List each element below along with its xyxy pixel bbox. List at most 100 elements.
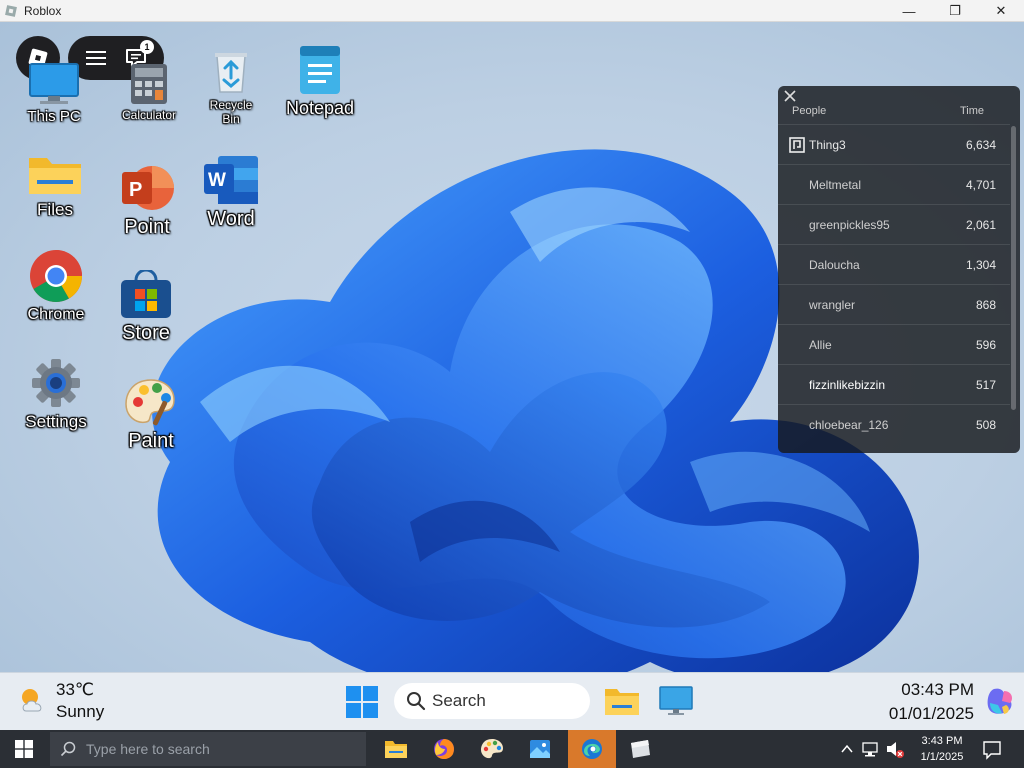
desktop-icon-settings[interactable]: Settings — [20, 356, 92, 432]
game-viewport[interactable]: 1 This PC Calculator Recycle Bin Notepad… — [0, 22, 1024, 672]
taskbar-app-firefox[interactable] — [420, 730, 468, 768]
notification-center-icon[interactable] — [980, 730, 1004, 768]
chevron-up-icon[interactable] — [838, 730, 856, 768]
player-time: 508 — [975, 418, 996, 432]
leaderboard-col-people: People — [792, 105, 827, 117]
word-icon: W — [204, 156, 258, 204]
firefox-icon — [434, 739, 454, 760]
player-name: Allie — [809, 338, 832, 352]
desktop-icon-point[interactable]: P Point — [114, 162, 180, 239]
desktop-icon-this-pc[interactable]: This PC — [22, 62, 86, 125]
minimize-button[interactable]: — — [886, 0, 932, 22]
host-start-button[interactable] — [0, 730, 48, 768]
roblox-app-icon — [631, 740, 650, 758]
store-icon — [121, 270, 171, 318]
inner-taskbar: 33℃ Sunny Search 03:43 PM 01/01/2025 — [0, 672, 1024, 730]
desktop-icon-label: Notepad — [285, 98, 355, 118]
weather-description: Sunny — [56, 702, 105, 721]
monitor-icon — [29, 63, 79, 104]
player-name: Meltmetal — [809, 178, 862, 192]
desktop-icon-store[interactable]: Store — [112, 270, 180, 345]
windows-logo-icon — [15, 740, 33, 758]
leaderboard-row[interactable]: chloebear_126 508 — [778, 404, 1010, 444]
folder-icon — [29, 158, 81, 194]
desktop-icon-calculator[interactable]: Calculator — [116, 62, 182, 122]
host-search-box[interactable]: Type here to search — [50, 732, 366, 766]
leaderboard-row[interactable]: Allie 596 — [778, 324, 1010, 364]
desktop-icon-word[interactable]: W Word — [198, 154, 264, 231]
roblox-app-icon — [5, 4, 17, 17]
file-explorer-icon[interactable] — [604, 685, 640, 717]
leaderboard-scrollbar[interactable] — [1011, 126, 1016, 410]
player-name: fizzinlikebizzin — [809, 378, 886, 392]
leaderboard-row[interactable]: greenpickles95 2,061 — [778, 204, 1010, 244]
leaderboard-row[interactable]: fizzinlikebizzin 517 — [778, 364, 1010, 404]
sun-cloud-icon[interactable] — [18, 685, 48, 715]
player-time: 2,061 — [965, 218, 996, 232]
chat-notification-badge: 1 — [140, 40, 154, 54]
maximize-button[interactable]: ❐ — [932, 0, 978, 22]
desktop-icon-chrome[interactable]: Chrome — [20, 248, 92, 324]
gear-icon — [32, 359, 80, 407]
close-button[interactable]: ✕ — [978, 0, 1024, 22]
taskbar-app-roblox[interactable] — [616, 730, 664, 768]
hamburger-menu-icon[interactable] — [85, 48, 107, 68]
volume-muted-icon[interactable] — [884, 730, 906, 768]
monitor-icon[interactable] — [658, 685, 694, 717]
window-titlebar: Roblox — ❐ ✕ — [0, 0, 1024, 22]
leaderboard-panel: People Time Thing3 6,634 Meltmetal 4,701… — [778, 86, 1020, 453]
window-title: Roblox — [24, 3, 62, 18]
desktop-icon-label: Word — [207, 208, 255, 230]
search-icon — [407, 692, 426, 711]
search-label: Search — [432, 691, 486, 710]
player-name: greenpickles95 — [809, 218, 890, 232]
desktop-icon-label: Calculator — [121, 108, 177, 122]
desktop-icon-files[interactable]: Files — [22, 152, 88, 220]
powerpoint-icon: P — [122, 166, 174, 210]
photos-icon — [530, 740, 550, 758]
player-name: Thing3 — [809, 138, 846, 152]
player-time: 6,634 — [965, 138, 996, 152]
paint-palette-icon — [125, 379, 175, 426]
leaderboard-row[interactable]: wrangler 868 — [778, 284, 1010, 324]
leaderboard-row[interactable]: Meltmetal 4,701 — [778, 164, 1010, 204]
windows-start-icon[interactable] — [344, 684, 380, 720]
leaderboard-rows: Thing3 6,634 Meltmetal 4,701 greenpickle… — [778, 124, 1010, 444]
recycle-bin-icon — [215, 53, 247, 93]
taskbar-time: 03:43 PM — [901, 680, 974, 699]
desktop-icon-label: Paint — [128, 430, 174, 452]
leaderboard-header: People Time — [778, 102, 1020, 124]
desktop-icon-label: Settings — [25, 412, 87, 431]
notepad-icon — [300, 46, 340, 94]
taskbar-date: 01/01/2025 — [888, 704, 974, 723]
taskbar-app-edge[interactable] — [568, 730, 616, 768]
desktop-icon-recycle-bin[interactable]: Recycle Bin — [200, 48, 262, 126]
player-name: wrangler — [809, 298, 856, 312]
taskbar-app-photos[interactable] — [516, 730, 564, 768]
desktop-icon-notepad[interactable]: Notepad — [280, 44, 360, 119]
weather-temperature: 33℃ — [56, 680, 95, 699]
desktop-icon-label: Point — [124, 216, 170, 238]
paint-palette-icon — [481, 739, 503, 759]
taskbar-app-file-explorer[interactable] — [372, 730, 420, 768]
premium-icon — [789, 137, 805, 153]
network-icon[interactable] — [860, 730, 882, 768]
taskbar-app-paint[interactable] — [468, 730, 516, 768]
leaderboard-row[interactable]: Daloucha 1,304 — [778, 244, 1010, 284]
desktop-icon-label: Chrome — [27, 306, 85, 323]
svg-text:W: W — [208, 170, 226, 191]
player-time: 4,701 — [965, 178, 996, 192]
desktop-icon-label: Recycle Bin — [209, 98, 253, 126]
host-clock[interactable]: 3:43 PM 1/1/2025 — [912, 733, 972, 765]
desktop-icon-paint[interactable]: Paint — [118, 376, 184, 453]
player-time: 517 — [975, 378, 996, 392]
leaderboard-row[interactable]: Thing3 6,634 — [778, 124, 1010, 164]
desktop-icon-label: This PC — [27, 108, 81, 125]
taskbar-search-box[interactable]: Search — [394, 683, 590, 719]
player-name: Daloucha — [809, 258, 860, 272]
copilot-icon[interactable] — [984, 685, 1016, 717]
player-time: 868 — [975, 298, 996, 312]
host-taskbar: Type here to search 3:43 PM 1/1/2025 — [0, 730, 1024, 768]
edge-icon — [582, 739, 602, 759]
host-time: 3:43 PM — [921, 735, 963, 747]
